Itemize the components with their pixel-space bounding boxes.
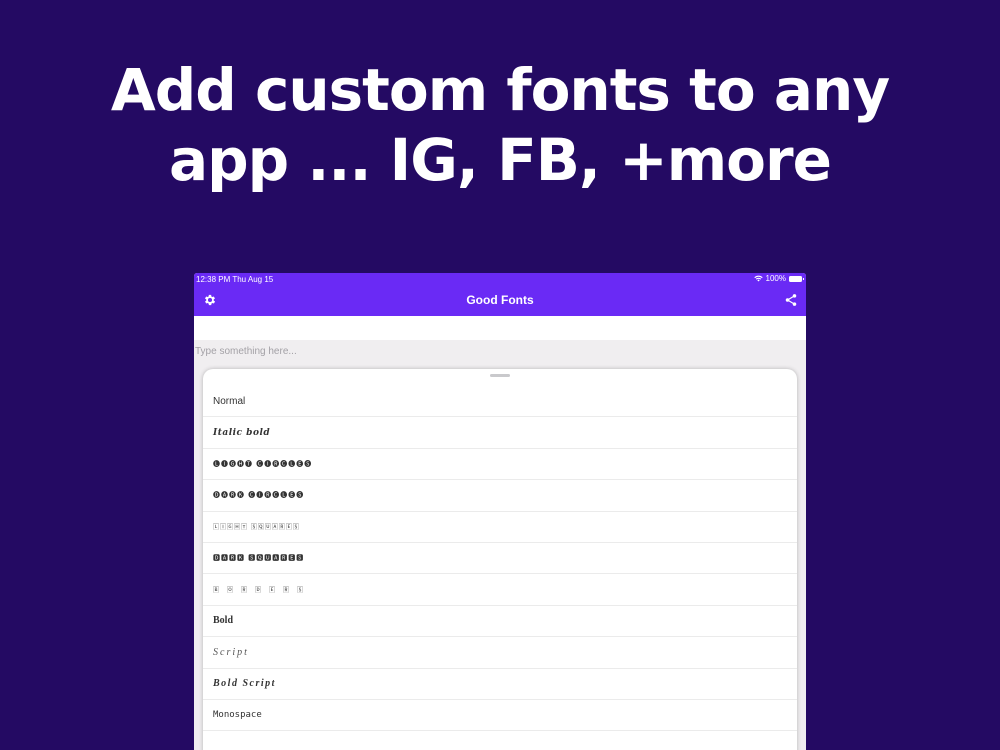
app-bar: 12:38 PM Thu Aug 15 100% Good Fonts [194,273,806,316]
font-style-list: Normal Italic bold 🅛🅘🅖🅗🅣 🅒🅘🅡🅒🅛🅔🅢 🅓🅐🅡🅚 🅒🅘… [203,386,797,732]
status-time: 12:38 PM Thu Aug 15 [196,275,274,284]
font-option-borders[interactable]: 🄱🄾🅁🄳🄴🅁🅂 [203,574,797,606]
font-style-sheet: Normal Italic bold 🅛🅘🅖🅗🅣 🅒🅘🅡🅒🅛🅔🅢 🅓🅐🅡🅚 🅒🅘… [203,369,797,750]
font-option-script[interactable]: Script [203,637,797,669]
text-input-field[interactable] [194,341,806,361]
font-option-normal[interactable]: Normal [203,386,797,418]
font-option-monospace[interactable]: Monospace [203,700,797,732]
share-icon[interactable] [784,293,798,307]
app-screenshot: 12:38 PM Thu Aug 15 100% Good Fonts N [194,273,806,750]
wifi-icon [753,275,763,282]
font-option-bold-script[interactable]: Bold Script [203,669,797,700]
status-indicators: 100% [753,274,804,283]
font-option-italic-bold[interactable]: Italic bold [203,417,797,449]
battery-icon [789,275,804,282]
sheet-grabber[interactable] [490,374,510,377]
battery-percent: 100% [765,274,786,283]
font-option-light-circles[interactable]: 🅛🅘🅖🅗🅣 🅒🅘🅡🅒🅛🅔🅢 [203,449,797,481]
font-option-bold[interactable]: Bold [203,606,797,638]
font-option-dark-circles[interactable]: 🅓🅐🅡🅚 🅒🅘🅡🅒🅛🅔🅢 [203,480,797,512]
app-title: Good Fonts [466,293,534,307]
promo-headline: Add custom fonts to any app ... IG, FB, … [0,55,1000,195]
font-option-light-squares[interactable]: 🄻🄸🄶🄷🅃 🅂🅀🅄🄰🅁🄴🅂 [203,512,797,543]
font-option-dark-squares[interactable]: 🅳🅰🆁🅺 🆂🆀🆄🅰🆁🅴🆂 [203,543,797,575]
headline-line-1: Add custom fonts to any [110,56,890,124]
headline-line-2: app ... IG, FB, +more [169,126,832,194]
toolbar-spacer [194,316,806,340]
